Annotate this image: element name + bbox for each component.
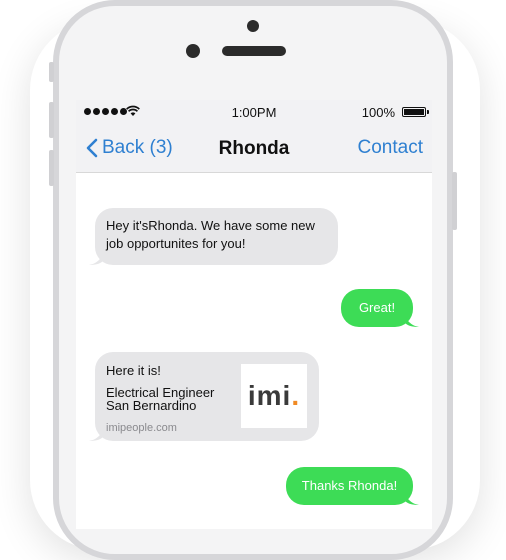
phone-volume-down — [49, 150, 54, 186]
bubble-tail-icon — [89, 255, 103, 265]
bubble-tail-icon — [405, 317, 419, 327]
battery-icon — [402, 107, 429, 117]
incoming-message: Hey it'sRhonda. We have some new job opp… — [89, 208, 338, 265]
link-card-message[interactable]: Here it is! Electrical Engineer San Bern… — [89, 352, 319, 441]
chevron-left-icon — [86, 138, 98, 158]
imi-logo: imi. — [241, 364, 307, 428]
phone-volume-up — [49, 102, 54, 138]
outgoing-message: Thanks Rhonda! — [286, 467, 419, 505]
battery-percent: 100% — [361, 105, 395, 120]
front-camera-icon — [186, 44, 200, 58]
outgoing-message: Great! — [341, 289, 419, 327]
nav-bar: Back (3) Rhonda Contact — [76, 126, 432, 173]
camera-icon — [247, 20, 259, 32]
back-button[interactable]: Back (3) — [86, 137, 173, 159]
phone-screen: 1:00PM 100% Back (3) Rhonda Contact Hey … — [76, 100, 432, 529]
contact-button[interactable]: Contact — [358, 137, 423, 159]
status-bar: 1:00PM 100% — [76, 100, 432, 126]
phone-mute-switch — [49, 62, 54, 82]
phone-power-button — [452, 172, 457, 230]
bubble-tail-icon — [89, 431, 103, 441]
bubble-tail-icon — [405, 495, 419, 505]
back-label: Back (3) — [102, 137, 173, 158]
earpiece-speaker — [222, 46, 286, 56]
message-text: Thanks Rhonda! — [301, 478, 398, 493]
message-text: Hey it'sRhonda. We have some new job opp… — [106, 218, 315, 251]
message-text: Great! — [358, 300, 396, 315]
